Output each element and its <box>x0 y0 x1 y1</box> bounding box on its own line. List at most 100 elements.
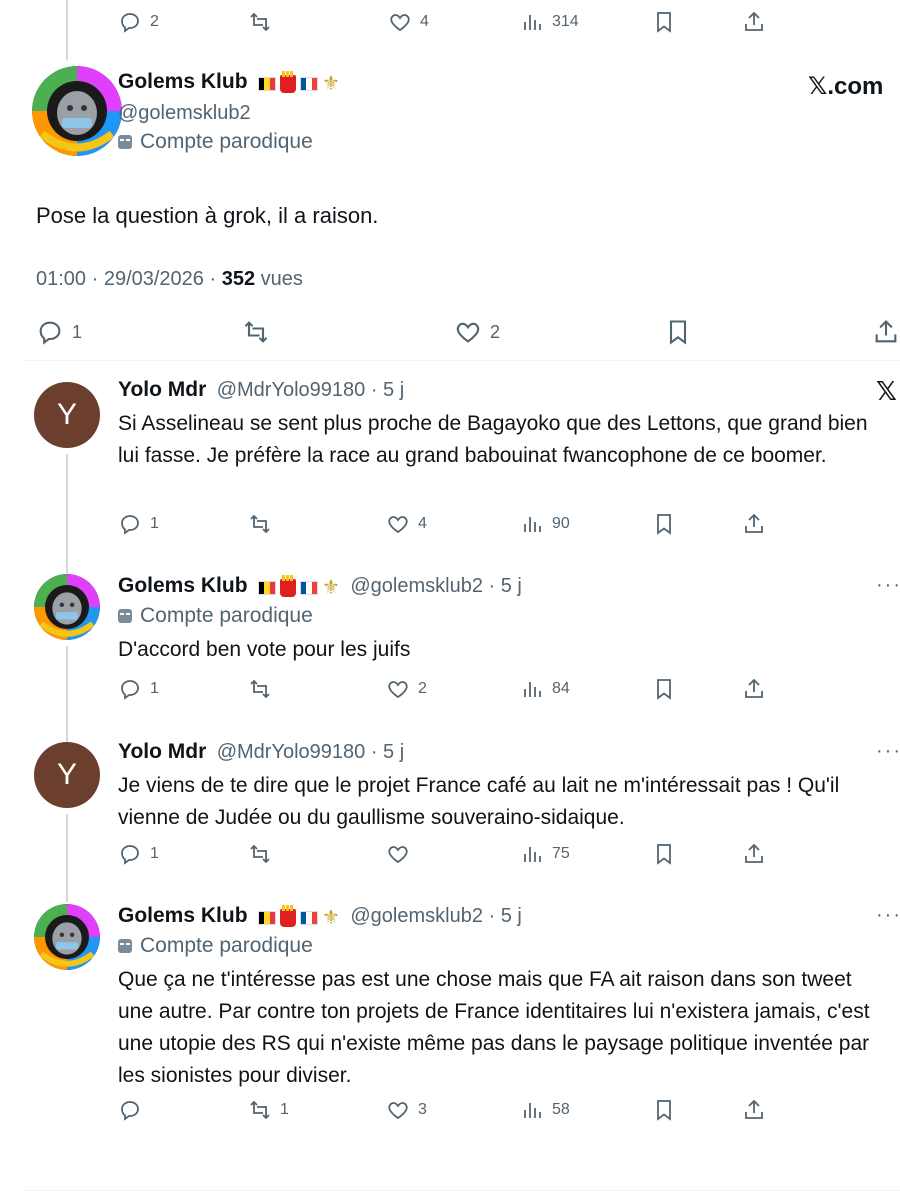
share-button[interactable] <box>742 1098 766 1122</box>
like-button[interactable]: 2 <box>386 677 427 701</box>
bookmark-button[interactable] <box>652 842 676 866</box>
retweet-button[interactable] <box>248 512 280 536</box>
bookmark-button[interactable] <box>652 1098 676 1122</box>
more-options-icon[interactable]: ··· <box>876 904 900 927</box>
more-options-icon[interactable]: ··· <box>876 740 900 763</box>
views-button[interactable]: 84 <box>520 677 570 701</box>
tweet-text: Que ça ne t'intéresse pas est une chose … <box>118 968 870 1087</box>
author-row: Golems Klub ⚜ @golemsklub2 · 5 j <box>118 574 522 600</box>
like-count: 2 <box>418 680 427 697</box>
reply-count: 1 <box>72 321 83 342</box>
like-count: 4 <box>420 13 429 30</box>
views-button[interactable]: 314 <box>520 10 579 34</box>
site-logo: 𝕏.com <box>808 73 884 100</box>
share-icon <box>742 677 766 701</box>
retweet-button[interactable] <box>248 677 280 701</box>
retweet-button[interactable] <box>248 842 280 866</box>
views-button[interactable]: 58 <box>520 1098 570 1122</box>
display-name[interactable]: Golems Klub <box>118 904 248 927</box>
name-emojis: ⚜ <box>257 70 340 96</box>
parody-label: Compte parodique <box>140 130 313 153</box>
retweet-icon <box>248 1098 272 1122</box>
reply-count: 1 <box>150 515 159 532</box>
avatar[interactable] <box>34 574 100 640</box>
share-button[interactable] <box>742 677 766 701</box>
handle[interactable]: @golemsklub2 <box>118 102 251 125</box>
reply-button[interactable]: 1 <box>118 512 159 536</box>
reply-icon <box>118 1098 142 1122</box>
timestamp[interactable]: 01:00 · 29/03/2026 · <box>36 268 216 290</box>
reply-icon <box>118 677 142 701</box>
reply-count: 1 <box>150 680 159 697</box>
bookmark-button[interactable] <box>652 512 676 536</box>
views-count: 75 <box>552 845 570 862</box>
like-button[interactable]: 4 <box>386 512 427 536</box>
parody-mask-icon <box>118 609 132 623</box>
display-name[interactable]: Golems Klub <box>118 70 248 93</box>
share-button[interactable] <box>872 318 900 346</box>
like-button[interactable]: 2 <box>454 318 500 346</box>
tweet-text: Je viens de te dire que le projet France… <box>118 774 840 829</box>
reply-button[interactable]: 2 <box>118 10 159 34</box>
avatar[interactable] <box>32 66 122 156</box>
fleur-de-lis-icon: ⚜ <box>321 73 340 96</box>
reply-button[interactable]: 1 <box>118 677 159 701</box>
display-name[interactable]: Yolo Mdr <box>118 378 206 401</box>
bookmark-button[interactable] <box>664 318 692 346</box>
name-emojis: ⚜ <box>257 904 340 930</box>
share-button[interactable] <box>742 10 766 34</box>
fries-icon <box>279 904 296 927</box>
reply-button[interactable]: 1 <box>118 842 159 866</box>
share-icon <box>742 842 766 866</box>
parody-mask-icon <box>118 939 132 953</box>
like-button[interactable]: 4 <box>388 10 429 34</box>
views-count: 314 <box>552 13 579 30</box>
views-button[interactable]: 75 <box>520 842 570 866</box>
france-flag-icon <box>299 910 318 925</box>
avatar[interactable]: Y <box>34 742 100 808</box>
author-row: Yolo Mdr @MdrYolo99180 · 5 j <box>118 740 404 764</box>
like-button[interactable]: 3 <box>386 1098 427 1122</box>
avatar[interactable] <box>34 904 100 970</box>
share-button[interactable] <box>742 842 766 866</box>
handle[interactable]: @golemsklub2 · 5 j <box>350 575 521 597</box>
reply-button[interactable]: 1 <box>36 318 82 346</box>
bookmark-button[interactable] <box>652 677 676 701</box>
handle[interactable]: @MdrYolo99180 · 5 j <box>217 379 404 401</box>
share-icon <box>742 10 766 34</box>
like-icon <box>386 512 410 536</box>
belgium-flag-icon <box>257 910 276 925</box>
parody-badge: Compte parodique <box>118 130 313 154</box>
parody-label: Compte parodique <box>140 934 313 957</box>
reply-icon <box>36 318 64 346</box>
reply-button[interactable] <box>118 1098 150 1122</box>
share-button[interactable] <box>742 512 766 536</box>
reply-icon <box>118 512 142 536</box>
handle[interactable]: @golemsklub2 · 5 j <box>350 905 521 927</box>
bookmark-icon <box>652 1098 676 1122</box>
retweet-button[interactable]: 1 <box>248 1098 289 1122</box>
more-options-icon[interactable]: ··· <box>876 574 900 597</box>
display-name[interactable]: Golems Klub <box>118 574 248 597</box>
views-label: vues <box>260 268 303 290</box>
reply-icon <box>118 842 142 866</box>
display-name[interactable]: Yolo Mdr <box>118 740 206 763</box>
thread-line <box>66 0 68 60</box>
like-button[interactable] <box>386 842 418 866</box>
handle[interactable]: @MdrYolo99180 · 5 j <box>217 741 404 763</box>
avatar[interactable]: Y <box>34 382 100 448</box>
like-icon <box>454 318 482 346</box>
bookmark-button[interactable] <box>652 10 676 34</box>
thread-line <box>66 646 68 742</box>
belgium-flag-icon <box>257 580 276 595</box>
reply-count: 2 <box>150 13 159 30</box>
bookmark-icon <box>652 677 676 701</box>
retweet-button[interactable] <box>248 10 272 34</box>
retweet-button[interactable] <box>242 318 270 346</box>
avatar-letter: Y <box>56 758 77 791</box>
views-button[interactable]: 90 <box>520 512 570 536</box>
like-icon <box>386 1098 410 1122</box>
x-logo-icon: 𝕏 <box>876 376 897 406</box>
bookmark-icon <box>652 512 676 536</box>
like-count: 2 <box>490 321 501 342</box>
